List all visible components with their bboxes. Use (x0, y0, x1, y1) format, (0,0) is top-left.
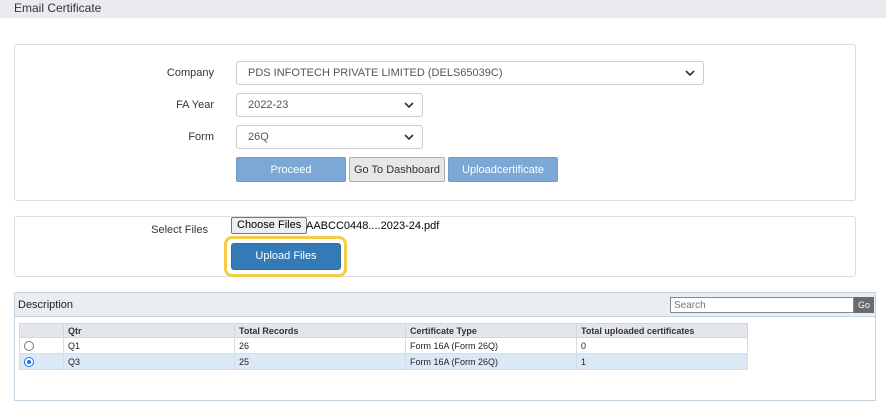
cell-uploaded: 0 (576, 337, 748, 354)
column-header-total-records: Total Records (234, 323, 406, 338)
row-select-cell[interactable] (19, 337, 64, 354)
row-radio-q1[interactable] (24, 340, 34, 351)
column-header-qtr: Qtr (63, 323, 235, 338)
form-label: Form (188, 131, 214, 143)
cell-certificate-type: Form 16A (Form 26Q) (405, 337, 577, 354)
go-to-dashboard-button[interactable]: Go To Dashboard (349, 157, 445, 182)
fa-year-label: FA Year (176, 99, 214, 111)
certificate-grid: Description Go Qtr Total Records Certifi… (14, 292, 876, 401)
quarter-table: Qtr Total Records Certificate Type Total… (19, 323, 748, 370)
search-input[interactable] (670, 297, 854, 313)
table-row[interactable]: Q1 26 Form 16A (Form 26Q) 0 (19, 337, 748, 354)
company-label: Company (166, 67, 214, 79)
selected-file-name: AABCC0448....2023-24.pdf (306, 220, 440, 232)
chevron-down-icon (685, 70, 695, 77)
cell-qtr: Q1 (63, 337, 235, 354)
select-files-label: Select Files (151, 224, 208, 236)
fa-year-select[interactable]: 2022-23 (236, 93, 423, 117)
grid-header: Description Go (15, 293, 875, 317)
cell-uploaded: 1 (576, 353, 748, 370)
choose-files-button[interactable]: Choose Files (231, 217, 308, 234)
upload-certificate-button[interactable]: Uploadcertificate (448, 157, 558, 182)
page-title: Email Certificate (14, 1, 102, 15)
proceed-button[interactable]: Proceed (236, 157, 346, 182)
cell-total-records: 26 (234, 337, 406, 354)
go-button[interactable]: Go (854, 297, 874, 313)
row-select-cell[interactable] (19, 353, 64, 370)
company-select-value: PDS INFOTECH PRIVATE LIMITED (DELS65039C… (248, 67, 503, 79)
company-select[interactable]: PDS INFOTECH PRIVATE LIMITED (DELS65039C… (236, 61, 704, 85)
column-header-uploaded: Total uploaded certificates (576, 323, 748, 338)
chevron-down-icon (404, 134, 414, 141)
table-header-row: Qtr Total Records Certificate Type Total… (19, 323, 748, 338)
cell-total-records: 25 (234, 353, 406, 370)
fa-year-select-value: 2022-23 (248, 99, 289, 111)
table-row[interactable]: Q3 25 Form 16A (Form 26Q) 1 (19, 353, 748, 370)
form-type-select-value: 26Q (248, 131, 269, 143)
page-header: Email Certificate (0, 0, 886, 18)
file-upload-panel: Select Files Choose Files AABCC0448....2… (14, 216, 856, 277)
cell-qtr: Q3 (63, 353, 235, 370)
column-header-certificate-type: Certificate Type (405, 323, 577, 338)
row-radio-q3[interactable] (24, 356, 34, 367)
grid-title: Description (18, 299, 74, 311)
certificate-form-panel: Company PDS INFOTECH PRIVATE LIMITED (DE… (14, 44, 856, 201)
form-type-select[interactable]: 26Q (236, 125, 423, 149)
cell-certificate-type: Form 16A (Form 26Q) (405, 353, 577, 370)
chevron-down-icon (404, 102, 414, 109)
select-column-header (19, 323, 64, 338)
upload-files-button[interactable]: Upload Files (231, 243, 341, 270)
